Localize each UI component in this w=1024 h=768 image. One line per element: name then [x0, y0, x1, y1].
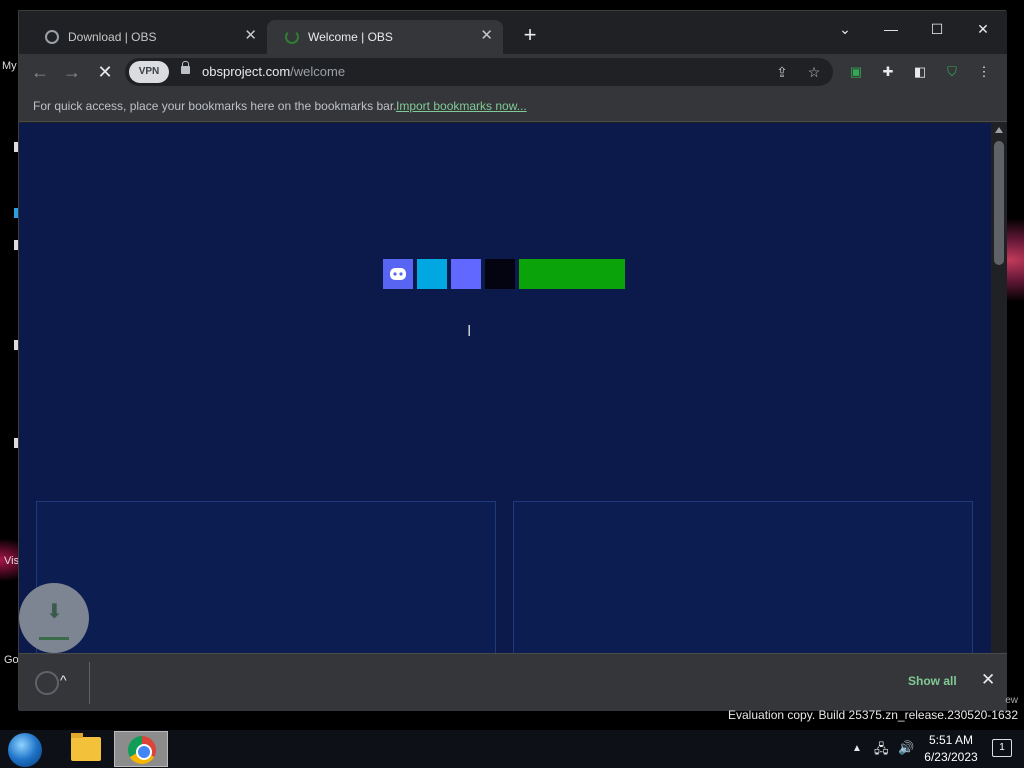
stop-loading-icon[interactable]: ✕	[94, 61, 116, 83]
tab-download-obs[interactable]: Download | OBS ✕	[27, 20, 267, 54]
content-card-left	[36, 501, 496, 653]
watermark-partial: ew	[1005, 695, 1018, 706]
scroll-up-arrow-icon[interactable]	[995, 127, 1003, 133]
url-path: /welcome	[290, 64, 346, 79]
desktop-label-go[interactable]: Go	[4, 654, 19, 666]
tab-title: Welcome | OBS	[308, 30, 393, 44]
badge-violet[interactable]	[451, 259, 481, 289]
password-extension-icon[interactable]: ▣	[847, 63, 865, 81]
folder-icon	[71, 733, 101, 761]
content-card-right	[513, 501, 973, 653]
lock-icon[interactable]	[181, 61, 190, 74]
divider	[89, 662, 90, 704]
tab-search-chevron-icon[interactable]: ⌄	[825, 17, 865, 41]
show-all-button[interactable]: Show all	[908, 674, 957, 688]
tab-close-icon[interactable]: ✕	[244, 28, 257, 43]
page-content: I	[19, 123, 991, 653]
network-icon[interactable]: 🖧	[874, 740, 889, 762]
discord-badge[interactable]	[383, 259, 413, 289]
badge-cyan[interactable]	[417, 259, 447, 289]
desktop-label-my[interactable]: My	[2, 60, 17, 72]
extensions-puzzle-icon[interactable]: ✚	[879, 63, 897, 81]
clock-date: 6/23/2023	[924, 750, 978, 764]
side-panel-icon[interactable]: ◧	[911, 63, 929, 81]
tab-title: Download | OBS	[68, 30, 157, 44]
badge-green[interactable]	[519, 259, 625, 289]
text-cursor-icon: I	[467, 323, 472, 340]
new-tab-button[interactable]: +	[519, 24, 541, 47]
back-arrow-icon[interactable]: ←	[29, 61, 51, 83]
minimize-button[interactable]: —	[871, 17, 911, 41]
tab-close-icon[interactable]: ✕	[480, 28, 493, 43]
chrome-icon	[128, 736, 156, 764]
share-icon[interactable]: ⇪	[773, 63, 791, 81]
obs-favicon-icon	[45, 30, 59, 44]
taskbar: ▲ 🖧 🔊 5:51 AM 6/23/2023 1	[0, 730, 1024, 768]
bookmarks-bar: For quick access, place your bookmarks h…	[19, 90, 1007, 122]
import-bookmarks-link[interactable]: Import bookmarks now...	[396, 99, 527, 113]
close-window-button[interactable]: ✕	[963, 17, 1003, 41]
download-floating-button[interactable]: ⬇	[19, 583, 89, 653]
tab-welcome-obs[interactable]: Welcome | OBS ✕	[267, 20, 503, 54]
close-download-shelf-icon[interactable]: ✕	[981, 670, 995, 690]
desktop-screen: My Vis Go Download | OBS ✕ Welcome | OBS…	[0, 0, 1024, 768]
page-scrollbar[interactable]	[991, 123, 1007, 653]
tab-strip: Download | OBS ✕ Welcome | OBS ✕ + ⌄ — ☐…	[19, 11, 1007, 54]
vpn-badge[interactable]: VPN	[129, 61, 169, 83]
download-arrow-icon: ⬇	[46, 601, 63, 623]
url-domain: obsproject.com	[202, 64, 291, 79]
taskbar-file-explorer[interactable]	[58, 731, 112, 767]
download-progress-icon[interactable]	[35, 671, 59, 695]
badge-black[interactable]	[485, 259, 515, 289]
discord-icon	[390, 268, 406, 280]
start-button[interactable]	[8, 733, 42, 767]
url-text[interactable]: obsproject.com/welcome	[202, 64, 345, 79]
clock-time: 5:51 AM	[928, 733, 974, 747]
download-bar-icon	[39, 637, 69, 640]
taskbar-clock[interactable]: 5:51 AM 6/23/2023	[912, 732, 990, 766]
bookmark-star-icon[interactable]: ☆	[805, 63, 823, 81]
maximize-button[interactable]: ☐	[917, 17, 957, 41]
bookmarks-bar-message: For quick access, place your bookmarks h…	[33, 99, 397, 113]
loading-spinner-icon	[285, 30, 299, 44]
browser-menu-icon[interactable]: ⋮	[975, 63, 993, 81]
browser-window: Download | OBS ✕ Welcome | OBS ✕ + ⌄ — ☐…	[18, 10, 1007, 711]
notification-center-icon[interactable]: 1	[992, 739, 1012, 757]
windows-watermark: Evaluation copy. Build 25375.zn_release.…	[728, 708, 1018, 722]
browser-toolbar: ← → ✕ VPN obsproject.com/welcome ⇪ ☆ ▣ ✚…	[19, 54, 1007, 90]
security-shield-icon[interactable]: ⛉	[943, 63, 961, 81]
taskbar-chrome[interactable]	[114, 731, 168, 767]
forward-arrow-icon[interactable]: →	[61, 61, 83, 83]
download-shelf: ^ Show all ✕	[19, 653, 1007, 711]
address-bar[interactable]: VPN obsproject.com/welcome ⇪ ☆	[125, 58, 833, 86]
scrollbar-thumb[interactable]	[994, 141, 1004, 265]
chevron-up-icon[interactable]: ^	[60, 672, 67, 688]
tray-overflow-icon[interactable]: ▲	[852, 743, 862, 754]
desktop-label-vis[interactable]: Vis	[4, 555, 19, 567]
